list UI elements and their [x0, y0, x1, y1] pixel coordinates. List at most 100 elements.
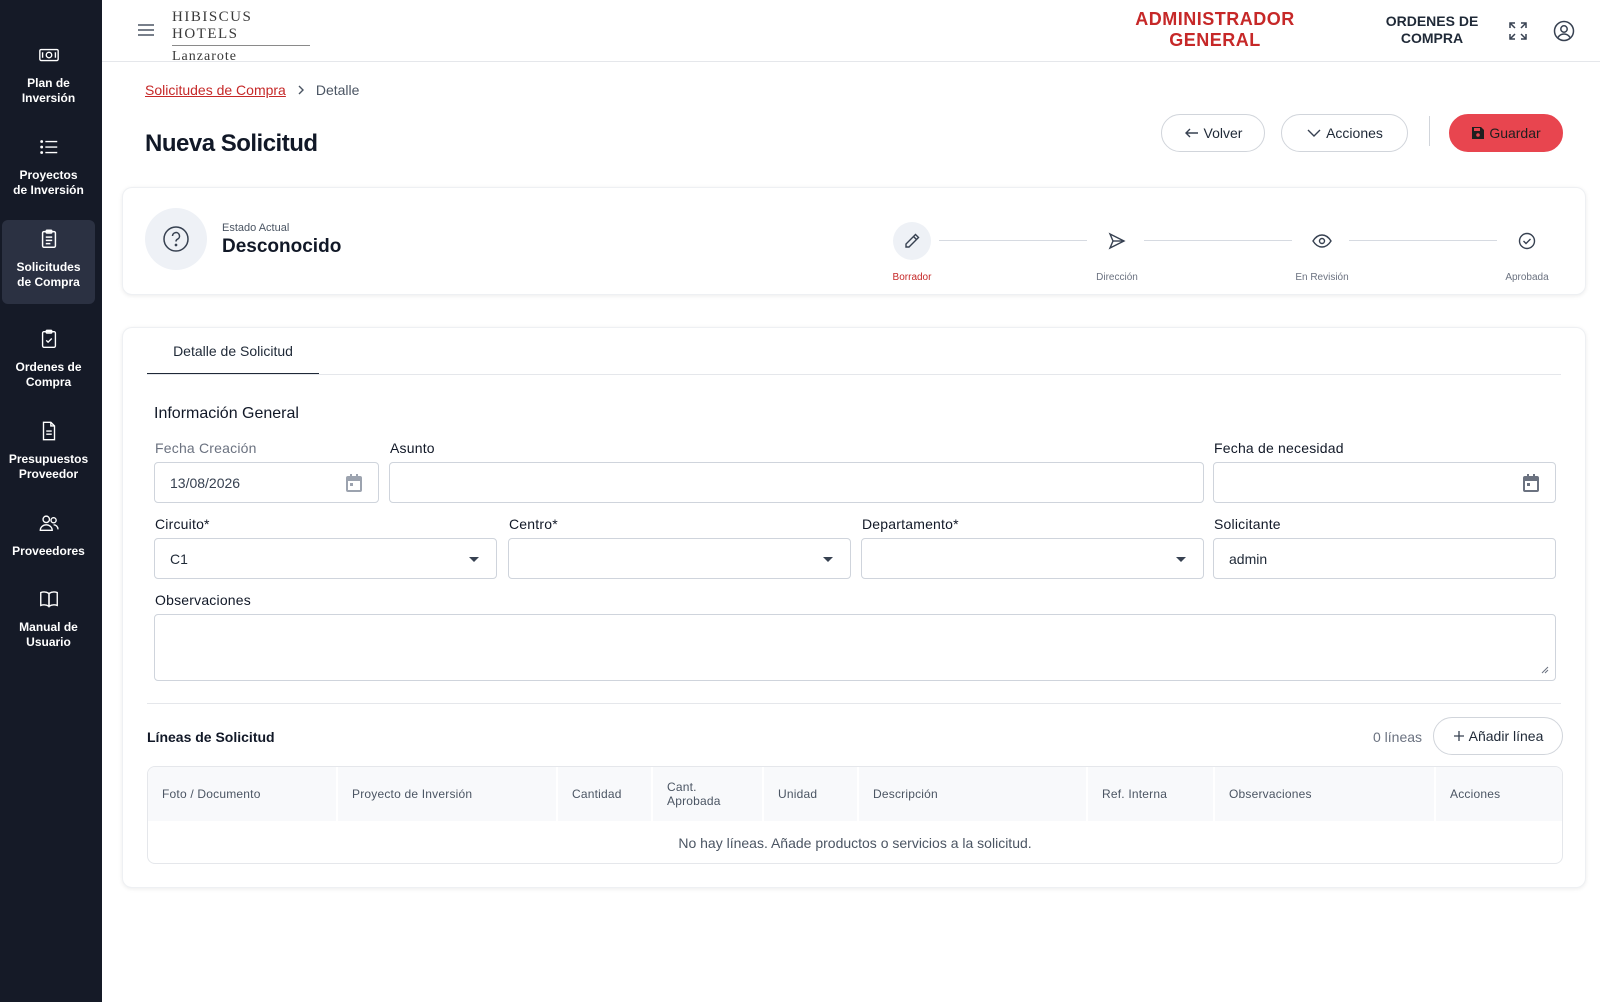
sidebar-item-label: Manual de Usuario: [19, 620, 78, 649]
caret-down-icon: [823, 557, 833, 562]
plus-icon: [1453, 731, 1464, 741]
clipboard-check-icon: [41, 329, 56, 348]
caret-down-icon: [1176, 557, 1186, 562]
calendar-icon[interactable]: [344, 473, 364, 493]
column-header: Cant. Aprobada: [653, 767, 764, 821]
column-header: Descripción: [859, 767, 1088, 821]
section-divider: [147, 703, 1561, 704]
user-role-label: ADMINISTRADOR GENERAL: [1135, 9, 1295, 50]
tabs-divider: [147, 374, 1561, 375]
sidebar-item-manual-usuario[interactable]: Manual de Usuario: [2, 580, 95, 650]
logo-top-text: HIBISCUS HOTELS: [172, 9, 310, 46]
hotel-logo: HIBISCUS HOTELS Lanzarote: [172, 9, 310, 65]
fecha-necesidad-input[interactable]: [1213, 462, 1556, 503]
breadcrumb-link-solicitudes[interactable]: Solicitudes de Compra: [145, 82, 286, 98]
column-header: Foto / Documento: [148, 767, 338, 821]
sidebar-item-plan-inversion[interactable]: Plan de Inversión: [2, 36, 95, 106]
centro-label: Centro*: [509, 516, 558, 532]
sidebar-item-label: Proyectos de Inversión: [13, 168, 84, 197]
save-button-label: Guardar: [1489, 125, 1541, 141]
lines-title: Líneas de Solicitud: [147, 729, 275, 745]
column-header: Cantidad: [558, 767, 653, 821]
step-connector: [939, 240, 1087, 241]
step-label: En Revisión: [1295, 272, 1349, 283]
sidebar-item-label: Proveedores: [12, 544, 85, 558]
send-icon: [1098, 222, 1136, 260]
fecha-creacion-label: Fecha Creación: [155, 440, 257, 456]
circuito-select[interactable]: C1: [154, 538, 497, 579]
observaciones-label: Observaciones: [155, 592, 251, 608]
check-circle-icon: [1508, 222, 1546, 260]
step-direccion: Dirección: [1077, 222, 1157, 283]
fullscreen-icon[interactable]: [1507, 20, 1529, 42]
solicitante-value: admin: [1229, 550, 1268, 567]
user-account-icon[interactable]: [1553, 20, 1575, 42]
centro-select[interactable]: [508, 538, 851, 579]
save-icon: [1472, 127, 1485, 139]
solicitante-label: Solicitante: [1214, 516, 1281, 532]
back-button[interactable]: Volver: [1161, 114, 1265, 152]
sidebar-item-label: Plan de Inversión: [21, 76, 76, 105]
step-label: Aprobada: [1505, 272, 1549, 283]
back-button-label: Volver: [1203, 125, 1243, 141]
column-header: Unidad: [764, 767, 859, 821]
actions-button[interactable]: Acciones: [1281, 114, 1408, 152]
actions-button-label: Acciones: [1326, 125, 1383, 141]
sidebar-item-presupuestos-proveedor[interactable]: Presupuestos Proveedor: [2, 412, 95, 482]
fecha-creacion-input[interactable]: 13/08/2026: [154, 462, 379, 503]
step-label: Dirección: [1096, 272, 1138, 283]
column-header: Ref. Interna: [1088, 767, 1215, 821]
add-line-button[interactable]: Añadir línea: [1433, 717, 1563, 755]
page-title: Nueva Solicitud: [145, 130, 318, 157]
eye-icon: [1303, 222, 1341, 260]
document-icon: [42, 421, 55, 441]
lines-count: 0 líneas: [1373, 729, 1423, 745]
money-icon: [38, 48, 59, 62]
step-label: Borrador: [892, 272, 932, 283]
empty-state-message: No hay líneas. Añade productos o servici…: [678, 835, 1032, 851]
arrow-left-icon: [1184, 128, 1198, 138]
menu-icon[interactable]: [136, 20, 156, 40]
sidebar: Plan de Inversión Proyectos de Inversión…: [0, 0, 102, 1002]
sidebar-item-label: Presupuestos Proveedor: [8, 452, 89, 481]
question-circle-icon: [163, 226, 189, 252]
request-form-card: Detalle de Solicitud Información General…: [122, 327, 1586, 888]
logo-bottom-text: Lanzarote: [172, 49, 237, 64]
observaciones-textarea[interactable]: [154, 614, 1556, 681]
sidebar-item-proveedores[interactable]: Proveedores: [2, 504, 95, 559]
topbar: HIBISCUS HOTELS Lanzarote ADMINISTRADOR …: [102, 0, 1600, 65]
step-borrador: Borrador: [872, 222, 952, 283]
step-en-revision: En Revisión: [1282, 222, 1362, 283]
departamento-select[interactable]: [861, 538, 1204, 579]
add-line-label: Añadir línea: [1468, 728, 1544, 744]
book-icon: [39, 591, 58, 608]
step-connector: [1349, 240, 1497, 241]
sidebar-item-label: Ordenes de Compra: [15, 360, 82, 389]
pencil-icon: [893, 222, 931, 260]
tab-detalle-solicitud[interactable]: Detalle de Solicitud: [147, 328, 319, 375]
status-card: Estado Actual Desconocido Borrador Direc…: [122, 187, 1586, 295]
module-label: ORDENES DE COMPRA: [1385, 13, 1479, 46]
clipboard-icon: [41, 229, 56, 248]
caret-down-icon: [469, 557, 479, 562]
chevron-right-icon: [296, 83, 306, 98]
calendar-icon[interactable]: [1521, 473, 1541, 493]
solicitante-input[interactable]: admin: [1213, 538, 1556, 579]
sidebar-item-label: Solicitudes de Compra: [16, 260, 81, 289]
save-button[interactable]: Guardar: [1449, 114, 1563, 152]
circuito-label: Circuito*: [155, 516, 210, 532]
sidebar-item-proyectos-inversion[interactable]: Proyectos de Inversión: [2, 128, 95, 198]
asunto-input[interactable]: [389, 462, 1204, 503]
column-header: Observaciones: [1215, 767, 1436, 821]
breadcrumb-current: Detalle: [315, 82, 360, 98]
fecha-necesidad-label: Fecha de necesidad: [1214, 440, 1344, 456]
users-icon: [39, 515, 59, 532]
departamento-label: Departamento*: [862, 516, 959, 532]
asunto-label: Asunto: [390, 440, 435, 456]
sidebar-item-ordenes-compra[interactable]: Ordenes de Compra: [2, 320, 95, 390]
list-icon: [39, 140, 57, 154]
resize-handle-icon[interactable]: [1541, 666, 1549, 674]
step-connector: [1144, 240, 1292, 241]
table-header: Foto / Documento Proyecto de Inversión C…: [148, 767, 1562, 821]
sidebar-item-solicitudes-compra[interactable]: Solicitudes de Compra: [2, 220, 95, 304]
